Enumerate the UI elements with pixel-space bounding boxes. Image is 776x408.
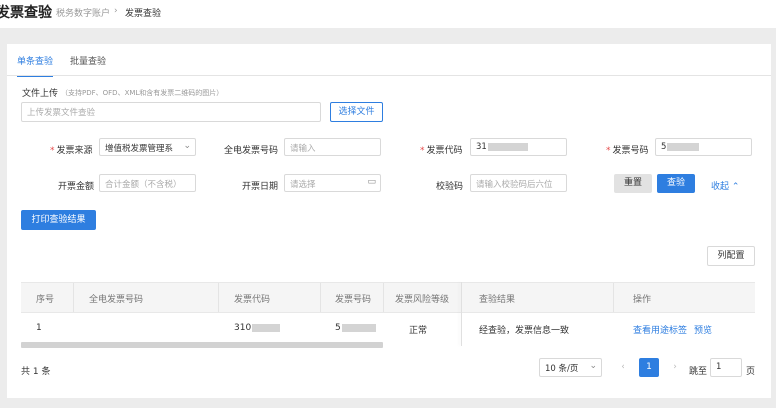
date-input[interactable]: 请选择 ▭ <box>284 174 381 192</box>
query-button[interactable]: 查验 <box>657 174 695 193</box>
col-eticket: 全电发票号码 <box>89 295 144 305</box>
invoice-code-label: * 发票代码 <box>420 143 463 156</box>
row-index: 1 <box>36 323 42 333</box>
column-config-button[interactable]: 列配置 <box>707 246 755 266</box>
invoice-no-label: * 发票号码 <box>606 143 649 156</box>
source-label-text: 发票来源 <box>56 146 93 156</box>
required-mark: * <box>50 146 55 156</box>
invoice-no-input[interactable]: 5 <box>655 138 752 156</box>
row-code-value: 310 <box>234 323 252 333</box>
total-count: 共 1 条 <box>21 367 51 377</box>
horizontal-scrollbar[interactable] <box>21 342 383 348</box>
check-code-input[interactable]: 请输入校验码后六位 <box>470 174 567 192</box>
row-number: 5 <box>335 323 376 333</box>
top-bar: 发票查验 税务数字账户 › 发票查验 <box>0 0 776 28</box>
next-page-icon[interactable]: › <box>665 358 685 377</box>
eticket-label: 全电发票号码 <box>224 146 279 156</box>
amount-label: 开票金额 <box>58 182 95 192</box>
redacted-mark <box>341 323 376 332</box>
page-unit-label: 页 <box>746 367 756 377</box>
choose-file-button[interactable]: 选择文件 <box>330 102 383 122</box>
redacted-mark <box>667 142 700 151</box>
page-title: 发票查验 <box>0 5 52 21</box>
required-mark: * <box>420 146 425 156</box>
chevron-up-icon: ⌃ <box>731 182 740 192</box>
col-result: 查验结果 <box>479 295 516 305</box>
upload-hint: （支持PDF、OFD、XML和含有发票二维码的图片） <box>61 89 224 97</box>
column-divider <box>613 283 614 312</box>
source-select[interactable]: 增值税发票管理系 ⌄ <box>99 138 196 156</box>
eticket-input[interactable]: 请输入 <box>284 138 381 156</box>
chevron-down-icon: ⌄ <box>589 361 597 371</box>
chevron-down-icon: ⌄ <box>183 141 191 151</box>
invoice-code-value: 31 <box>476 142 487 152</box>
row-code: 310 <box>234 323 281 333</box>
page-size-select[interactable]: 10 条/页 ⌄ <box>539 358 602 377</box>
collapse-label: 收起 <box>711 182 730 192</box>
invoice-no-value: 5 <box>661 142 667 152</box>
breadcrumb-separator-icon: › <box>114 6 118 16</box>
main-card: 单条查验 批量查验 文件上传 （支持PDF、OFD、XML和含有发票二维码的图片… <box>7 44 771 398</box>
page-1-button[interactable]: 1 <box>639 358 659 377</box>
col-code: 发票代码 <box>234 295 271 305</box>
column-divider <box>73 283 74 312</box>
redacted-mark <box>487 142 528 151</box>
row-risk: 正常 <box>409 326 428 336</box>
col-index: 序号 <box>36 295 55 305</box>
row-result: 经查验，发票信息一致 <box>479 326 570 336</box>
redacted-mark <box>252 323 281 332</box>
check-code-label: 校验码 <box>436 182 464 192</box>
breadcrumb-current: 发票查验 <box>125 9 162 19</box>
reset-button[interactable]: 重置 <box>614 174 652 193</box>
jump-page-input[interactable]: 1 <box>710 358 742 377</box>
column-divider <box>218 283 219 312</box>
column-divider <box>320 283 321 312</box>
breadcrumb-parent[interactable]: 税务数字账户 <box>56 6 110 19</box>
required-mark: * <box>606 146 611 156</box>
tab-single-check[interactable]: 单条查验 <box>17 54 54 77</box>
tab-batch-check[interactable]: 批量查验 <box>70 54 106 75</box>
column-divider <box>383 283 384 312</box>
print-results-button[interactable]: 打印查验结果 <box>21 210 96 230</box>
amount-input[interactable]: 合计金额（不含税） <box>99 174 196 192</box>
calendar-icon: ▭ <box>367 177 376 187</box>
invoice-code-input[interactable]: 31 <box>470 138 567 156</box>
view-usage-tag-link[interactable]: 查看用途标签 <box>633 323 687 336</box>
date-label: 开票日期 <box>242 182 279 192</box>
upload-input[interactable]: 上传发票文件查验 <box>21 102 321 122</box>
col-risk: 发票风险等级 <box>395 295 450 305</box>
col-action: 操作 <box>633 295 652 305</box>
source-label: * 发票来源 <box>50 143 93 156</box>
col-number: 发票号码 <box>335 295 372 305</box>
table-header: 序号 全电发票号码 发票代码 发票号码 发票风险等级 查验结果 操作 <box>21 282 755 313</box>
upload-label: 文件上传 <box>22 89 59 99</box>
invoice-no-label-text: 发票号码 <box>612 146 649 156</box>
page-size-value: 10 条/页 <box>545 364 579 374</box>
invoice-code-label-text: 发票代码 <box>426 146 463 156</box>
prev-page-icon[interactable]: ‹ <box>613 358 633 377</box>
collapse-toggle[interactable]: 收起 ⌃ <box>711 179 739 192</box>
row-number-value: 5 <box>335 323 341 333</box>
jump-label: 跳至 <box>689 367 708 377</box>
source-select-value: 增值税发票管理系 <box>105 144 174 154</box>
preview-link[interactable]: 预览 <box>694 323 712 336</box>
date-placeholder: 请选择 <box>290 180 316 190</box>
fixed-column-shadow <box>461 282 462 346</box>
tab-divider <box>7 75 771 76</box>
